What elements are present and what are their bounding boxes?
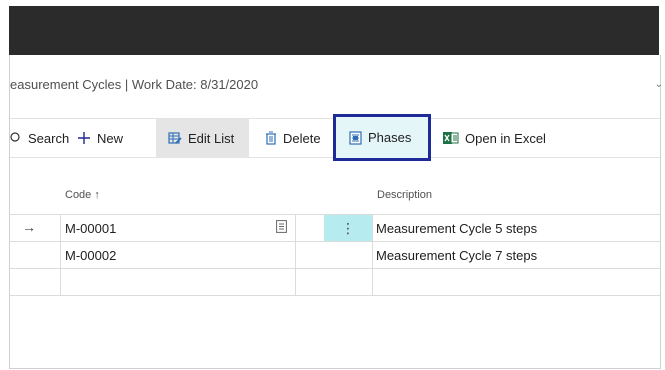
app-top-bar bbox=[9, 6, 659, 55]
column-header-description[interactable]: Description bbox=[377, 189, 432, 201]
new-button[interactable]: New bbox=[77, 119, 123, 157]
edit-list-label: Edit List bbox=[188, 130, 235, 146]
row-code[interactable]: M-00002 bbox=[65, 248, 116, 263]
row-description[interactable]: Measurement Cycle 7 steps bbox=[376, 248, 537, 263]
search-label: Search bbox=[28, 130, 70, 146]
open-in-excel-label: Open in Excel bbox=[465, 130, 546, 146]
table-row[interactable]: → M-00001 ⋮ Measurement Cycle 5 steps bbox=[10, 214, 660, 241]
table-row-empty[interactable] bbox=[10, 268, 660, 296]
phases-icon bbox=[349, 130, 362, 145]
list-page: easurement Cycles | Work Date: 8/31/2020… bbox=[9, 55, 663, 369]
grid-rows: → M-00001 ⋮ Measurement Cycle 5 steps M-… bbox=[10, 214, 660, 296]
edit-list-button[interactable]: Edit List bbox=[156, 119, 249, 157]
search-button[interactable]: Search bbox=[10, 119, 69, 157]
edit-list-icon bbox=[168, 131, 182, 145]
row-description[interactable]: Measurement Cycle 5 steps bbox=[376, 221, 537, 236]
row-actions-menu[interactable]: ⋮ bbox=[324, 215, 372, 241]
delete-label: Delete bbox=[283, 130, 321, 146]
page-caption: easurement Cycles | Work Date: 8/31/2020 bbox=[10, 77, 259, 92]
row-selected-arrow-icon: → bbox=[22, 219, 36, 235]
delete-button[interactable]: Delete bbox=[265, 119, 321, 157]
open-in-excel-button[interactable]: Open in Excel bbox=[443, 119, 546, 157]
phases-button[interactable]: Phases bbox=[333, 114, 431, 161]
action-bar: Search New Edit List Delete Phases Open … bbox=[10, 114, 660, 161]
column-header-code[interactable]: Code ↑ bbox=[65, 189, 100, 201]
chevron-down-icon[interactable]: ⌄ bbox=[655, 79, 663, 90]
row-code[interactable]: M-00001 bbox=[65, 221, 116, 236]
card-icon[interactable] bbox=[276, 220, 287, 236]
excel-icon bbox=[443, 131, 459, 145]
search-icon bbox=[10, 132, 22, 144]
trash-icon bbox=[265, 131, 277, 145]
table-row[interactable]: M-00002 Measurement Cycle 7 steps bbox=[10, 241, 660, 268]
phases-label: Phases bbox=[368, 130, 412, 145]
plus-icon bbox=[77, 131, 91, 145]
new-label: New bbox=[97, 130, 124, 146]
